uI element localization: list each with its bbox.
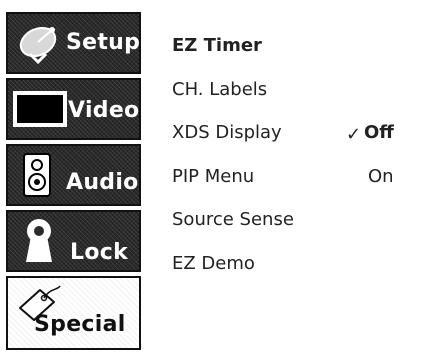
tab-video[interactable]: Video [6,78,141,140]
option-off[interactable]: Off [364,122,394,143]
tab-setup-label: Setup [66,30,141,55]
tab-audio-label: Audio [66,170,139,195]
check-mark-icon: ✓ [346,124,362,145]
tab-special[interactable]: Special [6,276,141,350]
tab-lock[interactable]: Lock [6,210,141,272]
menu-item-ch-labels[interactable]: CH. Labels [172,79,267,100]
tab-audio[interactable]: Audio [6,144,141,206]
menu-item-pip-menu[interactable]: PIP Menu [172,166,254,187]
menu-item-xds-display[interactable]: XDS Display [172,122,282,143]
tab-special-label: Special [34,312,126,337]
menu-item-ez-demo[interactable]: EZ Demo [172,253,255,274]
keyhole-icon [26,219,52,262]
menu-item-source-sense[interactable]: Source Sense [172,209,294,230]
menu-item-ez-timer[interactable]: EZ Timer [172,35,262,56]
tv-screen-icon [13,91,67,127]
option-on[interactable]: On [368,166,394,187]
tab-setup[interactable]: Setup [6,12,141,74]
tab-video-label: Video [68,98,140,123]
tab-lock-label: Lock [70,240,129,265]
satellite-dish-icon [19,26,57,64]
speaker-icon [23,153,51,197]
